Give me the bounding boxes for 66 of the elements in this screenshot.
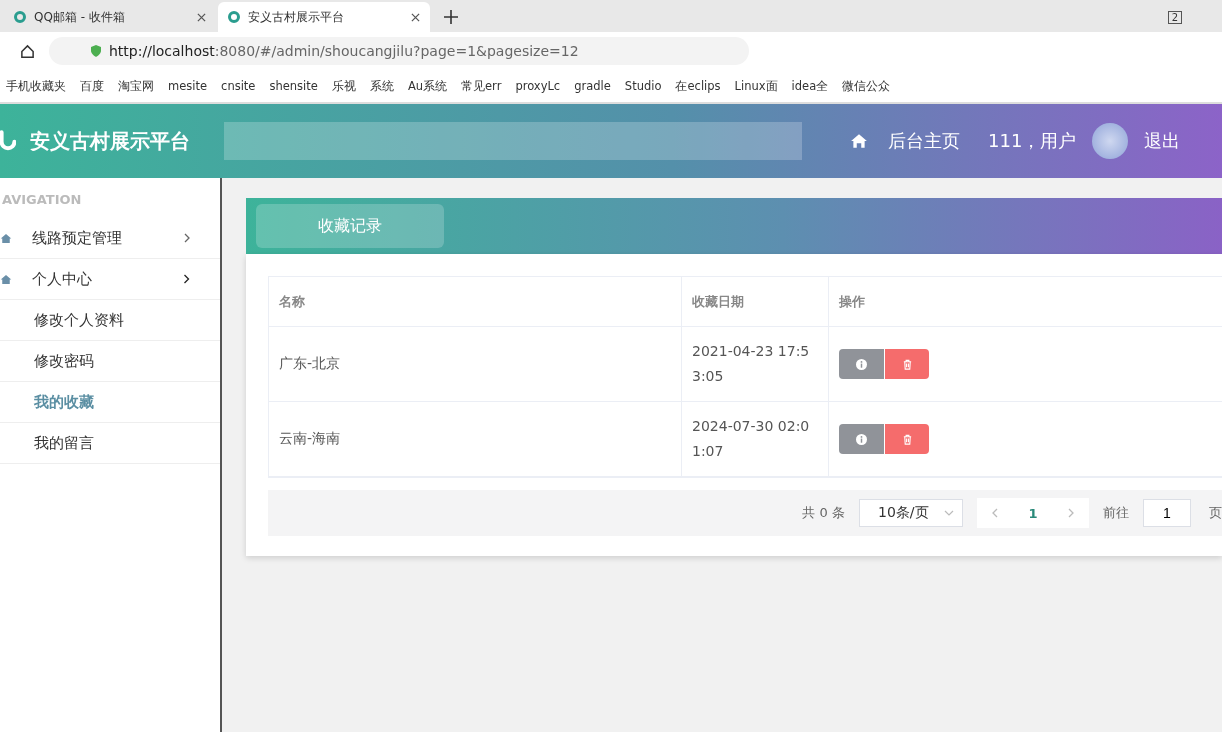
goto-label: 前往 <box>1103 504 1129 522</box>
column-header: 收藏日期 <box>682 277 829 326</box>
bookmark[interactable]: 乐视 <box>331 78 356 94</box>
bookmark[interactable]: idea全 <box>791 78 829 94</box>
browser-tab[interactable]: 安义古村展示平台 <box>218 2 430 32</box>
page-unit: 页 <box>1209 504 1222 522</box>
nav-heading: AVIGATION <box>1 192 83 209</box>
page-size-select[interactable]: 10条/页 <box>859 499 963 527</box>
user-name: 111，用户 <box>988 129 1077 153</box>
chevron-icon <box>944 510 954 516</box>
trash-icon <box>901 358 913 370</box>
avatar[interactable] <box>1092 123 1129 159</box>
bookmark[interactable]: shensite <box>269 79 318 93</box>
info-button[interactable] <box>839 349 884 379</box>
delete-button[interactable] <box>884 349 929 379</box>
tab-count[interactable]: 2 <box>1167 11 1182 24</box>
shield-icon <box>89 44 103 58</box>
home-link[interactable]: 后台主页 <box>888 129 960 153</box>
house-icon <box>0 273 12 285</box>
column-header: 操作 <box>838 292 866 311</box>
submenu-item[interactable]: 我的留言 <box>0 423 220 464</box>
table-cell: 2021-04-23 17:53:05 <box>682 327 829 401</box>
bookmark[interactable]: mesite <box>168 79 208 93</box>
page-input[interactable]: 1 <box>1143 499 1191 527</box>
page-number[interactable]: 1 <box>1013 505 1053 521</box>
bookmark[interactable]: gradle <box>574 79 611 93</box>
new-tab-icon[interactable] <box>444 10 458 24</box>
site-icon <box>14 11 26 23</box>
submenu-item[interactable]: 修改密码 <box>0 341 220 382</box>
bookmark[interactable]: 百度 <box>80 78 104 94</box>
bookmark[interactable]: Studio <box>624 79 662 93</box>
bookmark[interactable]: proxyLc <box>515 79 561 93</box>
submenu-item[interactable]: 修改个人资料 <box>0 300 220 341</box>
app-title: 安义古村展示平台 <box>30 127 190 155</box>
bookmark[interactable]: 常见err <box>461 78 502 94</box>
close-icon[interactable] <box>411 12 420 22</box>
bookmark[interactable]: 淘宝网 <box>118 78 154 94</box>
prev-page-icon[interactable] <box>992 508 998 518</box>
menu-item[interactable]: 个人中心 <box>0 259 220 300</box>
address-bar[interactable]: http://localhost:8080/#/admin/shoucangjilu?page=1&pagesize=12 <box>49 37 749 65</box>
submenu-item[interactable]: 我的收藏 <box>0 382 220 423</box>
bookmark[interactable]: Au系统 <box>407 78 448 94</box>
home-icon[interactable] <box>20 43 35 59</box>
table-cell: 云南-海南 <box>269 402 682 476</box>
column-header: 名称 <box>269 277 682 326</box>
site-icon <box>228 11 240 23</box>
bookmark[interactable]: 在eclips <box>675 78 721 94</box>
table-cell: 2024-07-30 02:01:07 <box>682 402 829 476</box>
logout-link[interactable]: 退出 <box>1144 129 1181 153</box>
bookmark[interactable]: 微信公众 <box>842 78 891 94</box>
delete-button[interactable] <box>884 424 929 454</box>
bookmark[interactable]: cnsite <box>221 79 256 93</box>
info-icon <box>856 433 867 445</box>
close-icon[interactable] <box>197 12 206 22</box>
info-button[interactable] <box>839 424 884 454</box>
total-count: 共 0 条 <box>802 504 845 522</box>
info-icon <box>856 358 867 370</box>
next-page-icon[interactable] <box>1068 508 1074 518</box>
menu-item[interactable]: 线路预定管理 <box>0 218 220 259</box>
house-icon <box>0 232 12 244</box>
table-cell: 广东-北京 <box>269 327 682 401</box>
bookmark[interactable]: 手机收藏夹 <box>6 78 66 94</box>
trash-icon <box>901 433 913 445</box>
search-field[interactable] <box>224 122 802 160</box>
bookmark[interactable]: Linux面 <box>734 78 778 94</box>
bookmark[interactable]: 系统 <box>369 78 394 94</box>
